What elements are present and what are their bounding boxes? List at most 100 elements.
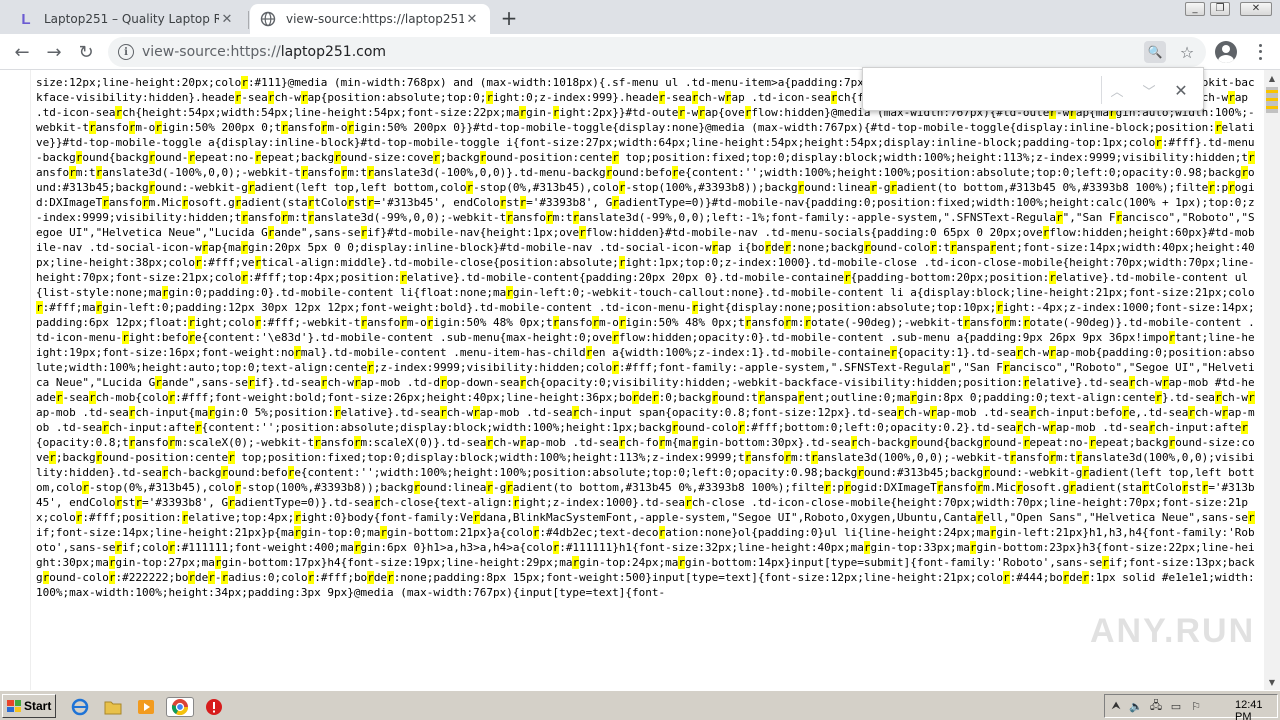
find-match: r <box>1208 181 1215 194</box>
find-match: r <box>75 511 83 524</box>
find-separator <box>1101 76 1102 104</box>
security-alert-icon[interactable] <box>204 697 224 717</box>
find-match: r <box>930 241 937 254</box>
site-info-icon[interactable]: i <box>118 44 134 60</box>
action-center-flag-icon[interactable]: ⚐ <box>1189 699 1203 713</box>
tab-view-source[interactable]: view-source:https://laptop251.com ✕ <box>250 4 490 34</box>
tray-expand-icon[interactable]: ⮝ <box>1109 699 1123 713</box>
find-in-page-bar: ︿ ﹀ ✕ <box>862 67 1204 111</box>
globe-icon <box>260 11 276 27</box>
close-tab-icon[interactable]: ✕ <box>464 11 480 27</box>
find-match: r <box>69 166 76 179</box>
find-match: r <box>148 151 156 164</box>
find-match: r <box>585 346 593 359</box>
find-match: r <box>161 286 169 299</box>
find-match: r <box>711 391 719 404</box>
find-match: r <box>592 316 599 329</box>
maximize-window-button[interactable]: ❐ <box>1210 2 1230 16</box>
find-match: r <box>519 436 527 449</box>
find-match: r <box>228 496 235 509</box>
find-match: r <box>618 316 626 329</box>
profile-avatar-icon[interactable] <box>1215 41 1237 63</box>
browser-menu-icon[interactable] <box>1252 42 1268 62</box>
zoom-magnifier-icon[interactable]: 🔍 <box>1144 41 1166 63</box>
find-match: r <box>784 241 792 254</box>
find-match: r <box>294 511 301 524</box>
new-tab-button[interactable]: + <box>497 6 521 30</box>
find-match: r <box>281 211 288 224</box>
find-match: r <box>552 541 560 554</box>
find-match: r <box>506 481 513 494</box>
find-match: r <box>1049 451 1056 464</box>
find-match: r <box>1168 331 1176 344</box>
scroll-down-arrow-icon[interactable]: ▼ <box>1264 674 1280 690</box>
find-match: r <box>479 151 487 164</box>
back-arrow-icon[interactable]: ← <box>10 40 34 64</box>
find-match: r <box>307 211 315 224</box>
find-next-chevron-down-icon[interactable]: ﹀ <box>1137 78 1161 102</box>
start-button[interactable]: Start <box>2 694 56 718</box>
find-match: r <box>241 76 248 89</box>
find-match: r <box>486 436 494 449</box>
find-match: r <box>658 526 666 539</box>
taskbar-clock: 12:41 PM <box>1235 699 1263 720</box>
find-match: r <box>353 541 361 554</box>
find-match: r <box>413 481 421 494</box>
find-match: r <box>1228 91 1235 104</box>
close-tab-icon[interactable]: ✕ <box>219 11 235 27</box>
media-player-icon[interactable] <box>136 697 156 717</box>
find-match: r <box>247 376 255 389</box>
bookmark-star-icon[interactable]: ☆ <box>1176 41 1198 63</box>
find-match: r <box>512 496 520 509</box>
reload-icon[interactable]: ↻ <box>74 40 98 64</box>
find-match: r <box>241 211 248 224</box>
file-explorer-folder-icon[interactable] <box>103 697 123 717</box>
find-match: r <box>989 526 997 539</box>
find-match: r <box>254 316 262 329</box>
forward-arrow-icon[interactable]: → <box>42 40 66 64</box>
find-match: r <box>1181 481 1189 494</box>
find-input[interactable] <box>873 78 1078 102</box>
address-bar[interactable]: i view-source:https://laptop251.com 🔍 ☆ <box>108 37 1206 67</box>
find-match: r <box>863 241 871 254</box>
find-match: r <box>300 166 308 179</box>
find-match: r <box>181 511 189 524</box>
find-match: r <box>612 151 619 164</box>
vertical-scrollbar[interactable]: ▲ ▼ <box>1264 70 1280 690</box>
chrome-taskbar-icon[interactable] <box>166 697 194 717</box>
find-match: r <box>254 256 262 269</box>
find-previous-chevron-up-icon[interactable]: ︿ <box>1105 78 1129 102</box>
volume-icon[interactable]: 🔈 <box>1129 699 1143 713</box>
find-match-marker <box>1266 106 1278 109</box>
find-match: r <box>506 211 513 224</box>
find-match: r <box>1228 181 1235 194</box>
tab-laptop251[interactable]: L Laptop251 – Quality Laptop Reviews ✕ <box>8 4 245 34</box>
find-match: r <box>367 571 374 584</box>
close-window-button[interactable]: ✕ <box>1240 2 1272 16</box>
find-match: r <box>440 406 447 419</box>
find-match: r <box>1148 421 1156 434</box>
find-match: r <box>1247 511 1255 524</box>
network-icon[interactable]: 🖧 <box>1149 699 1163 713</box>
find-match: r <box>870 181 878 194</box>
find-match: r <box>1002 571 1010 584</box>
find-match: r <box>976 511 984 524</box>
internet-explorer-icon[interactable] <box>70 697 90 717</box>
find-match: r <box>353 376 361 389</box>
find-match: r <box>36 301 43 314</box>
find-match: r <box>208 406 215 419</box>
find-match: r <box>387 571 394 584</box>
find-match: r <box>612 331 619 344</box>
find-match: r <box>1082 571 1090 584</box>
find-match: r <box>221 571 229 584</box>
find-match: r <box>830 91 838 104</box>
find-match: r <box>1089 436 1096 449</box>
find-match: r <box>1055 211 1063 224</box>
display-icon[interactable]: ▭ <box>1169 699 1183 713</box>
find-match: r <box>711 241 719 254</box>
find-close-icon[interactable]: ✕ <box>1169 78 1193 102</box>
find-match: r <box>108 556 116 569</box>
url-host: laptop251.com <box>280 44 387 60</box>
scroll-up-arrow-icon[interactable]: ▲ <box>1264 70 1280 86</box>
minimize-window-button[interactable]: _ <box>1185 2 1205 16</box>
